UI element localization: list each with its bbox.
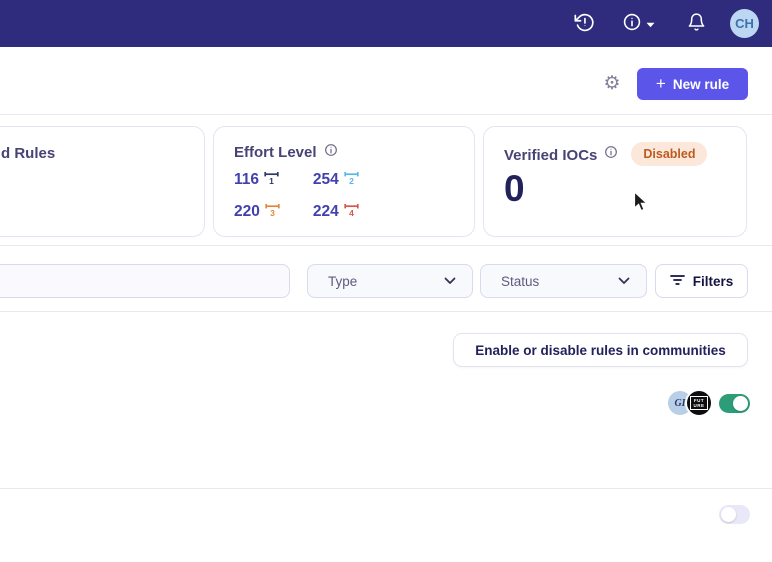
gear-icon: ⚙	[603, 73, 620, 94]
rules-card-title: d Rules	[1, 145, 55, 162]
rules-page: CH ⚙ + New rule d Rules Effort Level 116	[0, 0, 772, 562]
cards-divider	[0, 245, 772, 246]
type-select-label: Type	[328, 274, 357, 289]
history-button[interactable]	[564, 8, 604, 40]
filters-button-label: Filters	[693, 274, 734, 289]
rules-stat-card: d Rules	[0, 126, 205, 237]
stat-value: 220	[234, 203, 260, 221]
effort-level-3-icon: 3	[265, 202, 283, 222]
top-navbar: CH	[0, 0, 772, 47]
info-icon[interactable]	[604, 145, 618, 159]
stat-value: 116	[234, 171, 259, 189]
avatar-text-line2: URE	[693, 403, 704, 408]
status-select[interactable]: Status	[480, 264, 647, 298]
header-divider	[0, 114, 772, 115]
bell-icon	[687, 12, 706, 35]
info-menu-button[interactable]	[612, 8, 664, 40]
ioc-count: 0	[504, 170, 726, 207]
toggle-knob	[733, 396, 748, 411]
effort-stat-level-4: 224 4	[313, 202, 362, 222]
svg-text:1: 1	[269, 176, 274, 185]
enable-disable-communities-button[interactable]: Enable or disable rules in communities	[453, 333, 748, 367]
effort-level-title: Effort Level	[234, 144, 317, 161]
svg-text:2: 2	[349, 176, 354, 185]
svg-text:3: 3	[270, 208, 275, 217]
new-rule-label: New rule	[673, 77, 729, 92]
filter-icon	[670, 273, 685, 289]
stat-value: 254	[313, 171, 339, 189]
effort-level-1-icon: 1	[264, 170, 282, 190]
effort-stat-level-3: 220 3	[234, 202, 283, 222]
row-divider	[0, 488, 772, 489]
settings-gear-button[interactable]: ⚙	[601, 73, 623, 95]
effort-stats: 116 1 254 2	[234, 170, 454, 222]
effort-level-2-icon: 2	[344, 170, 362, 190]
type-select[interactable]: Type	[307, 264, 473, 298]
verified-iocs-card: Verified IOCs Disabled 0	[483, 126, 747, 237]
notifications-button[interactable]	[674, 8, 718, 40]
community-rule-toggle[interactable]	[719, 394, 750, 413]
stat-value: 224	[313, 203, 339, 221]
filters-button[interactable]: Filters	[655, 264, 748, 298]
history-icon	[574, 12, 595, 36]
toggle-knob	[721, 507, 736, 522]
filter-divider	[0, 311, 772, 312]
effort-level-card: Effort Level 116 1	[213, 126, 475, 237]
chevron-down-icon	[444, 272, 456, 290]
chevron-down-icon	[646, 16, 655, 31]
plus-icon: +	[656, 75, 666, 92]
new-rule-button[interactable]: + New rule	[637, 68, 748, 100]
avatar-text-line1: FUT	[694, 398, 704, 403]
search-input[interactable]	[0, 264, 290, 298]
user-avatar[interactable]: CH	[730, 9, 759, 38]
effort-stat-level-2: 254 2	[313, 170, 362, 190]
info-icon	[622, 12, 642, 35]
footer-rule-toggle[interactable]	[719, 505, 750, 524]
chevron-down-icon	[618, 272, 630, 290]
disabled-badge: Disabled	[631, 142, 707, 166]
verified-iocs-title: Verified IOCs	[504, 147, 597, 164]
effort-stat-level-1: 116 1	[234, 170, 283, 190]
community-avatar-future: FUT URE	[685, 389, 713, 417]
info-icon[interactable]	[324, 143, 338, 157]
svg-text:4: 4	[349, 208, 354, 217]
status-select-label: Status	[501, 274, 539, 289]
effort-level-4-icon: 4	[344, 202, 362, 222]
